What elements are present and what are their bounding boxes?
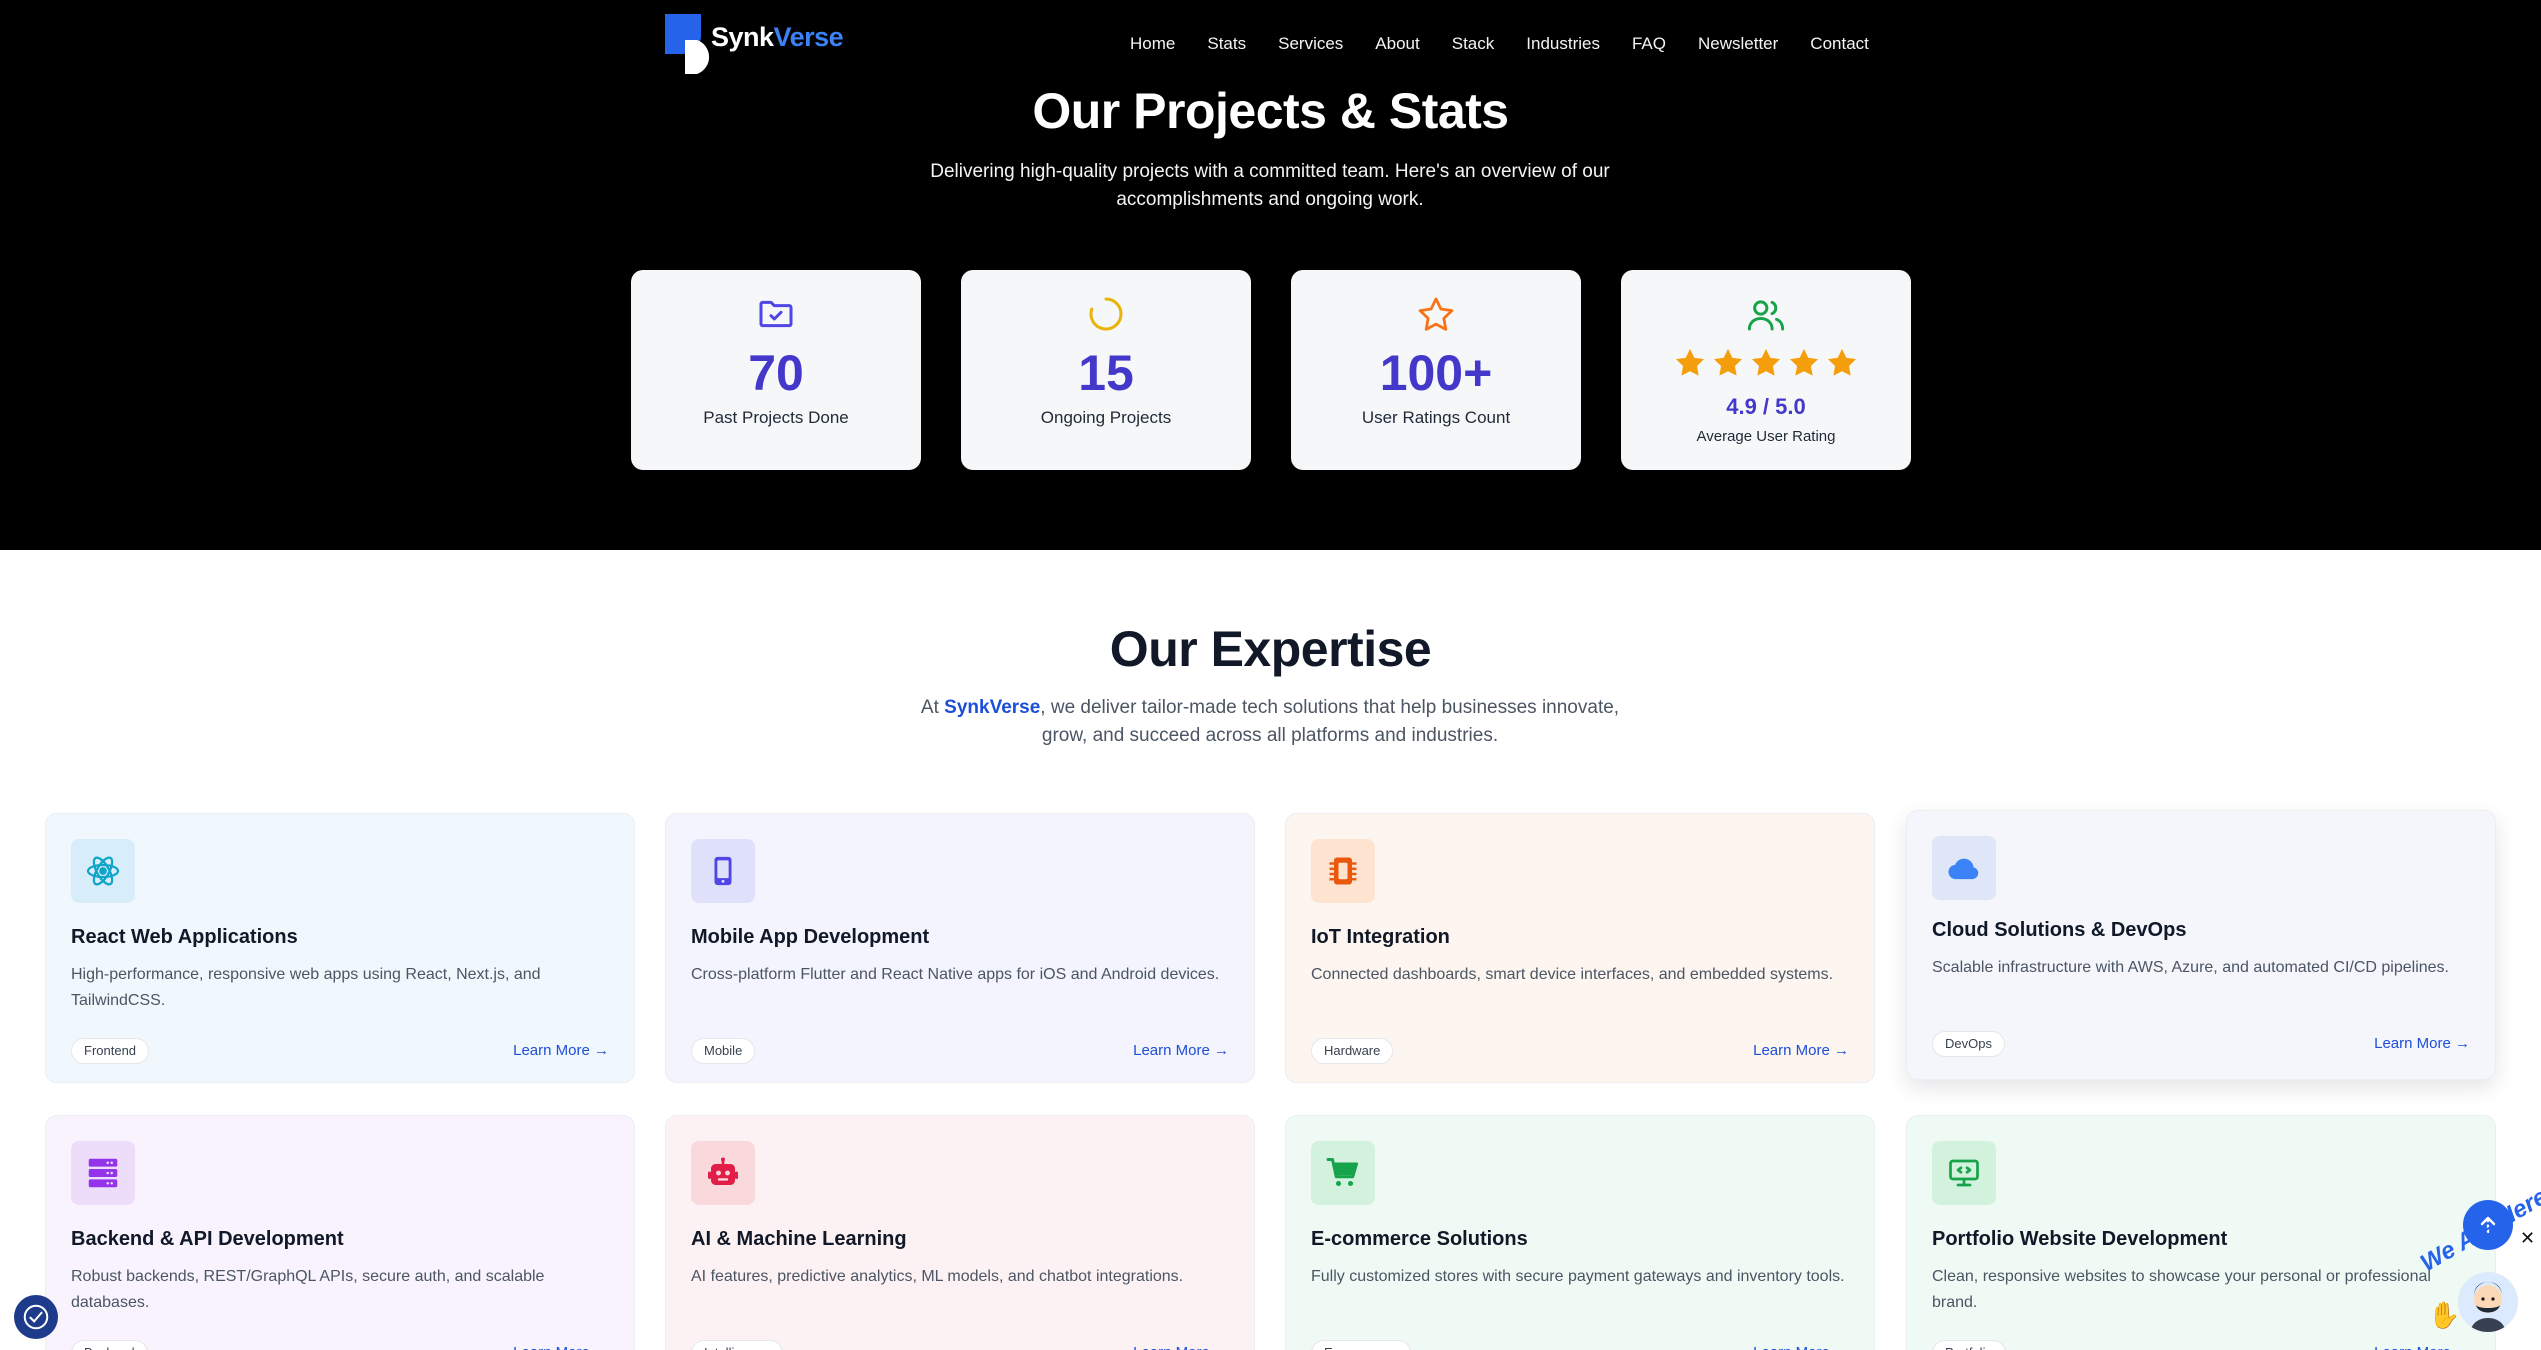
cloud-icon [1948, 858, 1979, 880]
card-description: Connected dashboards, smart device inter… [1311, 966, 1834, 983]
learn-more-link[interactable]: Learn More → [1753, 1344, 1849, 1350]
nav-stack[interactable]: Stack [1452, 32, 1495, 56]
waving-hand-icon: ✋ [2428, 1300, 2461, 1330]
service-card-iot[interactable]: IoT Integration Connected dashboards, sm… [1285, 813, 1875, 1083]
avatar-face-icon [2458, 1272, 2518, 1332]
card-title: Backend & API Development [71, 1228, 344, 1250]
card-tag: Hardware [1311, 1038, 1394, 1064]
rating-stars [1621, 346, 1911, 380]
chat-avatar[interactable] [2458, 1272, 2518, 1332]
star-filled-icon [1751, 348, 1781, 376]
learn-more-link[interactable]: Learn More → [2374, 1344, 2470, 1350]
star-filled-icon [1713, 348, 1743, 376]
rating-label: Average User Rating [1696, 428, 1836, 445]
learn-more-link[interactable]: Learn More → [2374, 1035, 2470, 1052]
service-card-backend[interactable]: Backend & API Development Robust backend… [45, 1115, 635, 1350]
synkverse-logo[interactable]: SynkVerse [663, 12, 844, 76]
card-tag: Mobile [691, 1038, 756, 1064]
rating-value: 4.9 / 5.0 [1726, 394, 1806, 419]
star-filled-icon [1827, 348, 1857, 376]
expertise-subtitle: At SynkVerse, we deliver tailor-made tec… [920, 697, 1620, 746]
service-card-react[interactable]: React Web Applications High-performance,… [45, 813, 635, 1083]
nav-stats[interactable]: Stats [1207, 32, 1246, 56]
chip-icon [1329, 857, 1357, 885]
card-title: IoT Integration [1311, 926, 1450, 948]
stat-label: Past Projects Done [703, 408, 849, 427]
service-card-cloud[interactable]: Cloud Solutions & DevOps Scalable infras… [1906, 810, 2496, 1080]
logo-text: SynkVerse [711, 22, 844, 52]
learn-more-link[interactable]: Learn More → [1133, 1042, 1229, 1059]
card-description: AI features, predictive analytics, ML mo… [691, 1268, 1184, 1285]
card-tag: Backend [71, 1340, 148, 1350]
card-title: React Web Applications [71, 926, 298, 948]
card-description: High-performance, responsive web apps us… [71, 966, 541, 1009]
loading-spinner-icon [1089, 297, 1123, 331]
nav-services[interactable]: Services [1278, 32, 1343, 56]
star-filled-icon [1675, 348, 1705, 376]
stats-row: 70 Past Projects Done 15 Ongoing Project… [631, 270, 1911, 470]
hero-subtitle: Delivering high-quality projects with a … [930, 161, 1610, 210]
service-card-ai[interactable]: AI & Machine Learning AI features, predi… [665, 1115, 1255, 1350]
stat-card-average-rating: 4.9 / 5.0 Average User Rating [1621, 270, 1911, 470]
card-title: AI & Machine Learning [691, 1228, 907, 1250]
learn-more-link[interactable]: Learn More → [1133, 1344, 1229, 1350]
card-tag: Frontend [71, 1038, 150, 1064]
stat-label: User Ratings Count [1361, 408, 1511, 427]
star-filled-icon [1789, 348, 1819, 376]
nav-about[interactable]: About [1375, 32, 1419, 56]
service-card-portfolio[interactable]: Portfolio Website Development Clean, res… [1906, 1115, 2496, 1350]
card-title: Mobile App Development [691, 926, 930, 948]
card-description: Cross-platform Flutter and React Native … [691, 966, 1220, 983]
main-nav: Home Stats Services About Stack Industri… [1130, 32, 1869, 56]
smartphone-icon [714, 856, 732, 886]
stat-label: Ongoing Projects [1040, 408, 1172, 427]
monitor-code-icon [1949, 1159, 1979, 1187]
service-card-ecommerce[interactable]: E-commerce Solutions Fully customized st… [1285, 1115, 1875, 1350]
nav-faq[interactable]: FAQ [1632, 32, 1666, 56]
card-tag: Intelligence [691, 1340, 783, 1350]
nav-industries[interactable]: Industries [1526, 32, 1600, 56]
shopping-cart-icon [1326, 1158, 1358, 1187]
card-title: Cloud Solutions & DevOps [1932, 919, 2187, 941]
card-description: Scalable infrastructure with AWS, Azure,… [1932, 959, 2449, 976]
stat-card-ongoing-projects: 15 Ongoing Projects [961, 270, 1251, 470]
react-atom-icon [86, 856, 120, 886]
card-description: Robust backends, REST/GraphQL APIs, secu… [71, 1268, 545, 1311]
stat-value: 70 [748, 345, 804, 401]
stat-value: 15 [1078, 345, 1134, 401]
nav-contact[interactable]: Contact [1810, 32, 1869, 56]
robot-icon [708, 1157, 738, 1185]
learn-more-link[interactable]: Learn More → [513, 1042, 609, 1059]
hero-section: SynkVerse Home Stats Services About Stac… [0, 0, 2541, 550]
learn-more-link[interactable]: Learn More → [1753, 1042, 1849, 1059]
card-title: Portfolio Website Development [1932, 1228, 2228, 1250]
accessibility-icon [23, 1304, 49, 1330]
card-title: E-commerce Solutions [1311, 1228, 1528, 1250]
stat-value: 100+ [1379, 345, 1493, 401]
card-description: Fully customized stores with secure paym… [1311, 1268, 1845, 1285]
star-outline-icon [1418, 297, 1454, 331]
nav-newsletter[interactable]: Newsletter [1698, 32, 1778, 56]
service-card-mobile[interactable]: Mobile App Development Cross-platform Fl… [665, 813, 1255, 1083]
hero-title: Our Projects & Stats [1032, 83, 1509, 139]
accessibility-button[interactable] [14, 1295, 58, 1339]
card-description: Clean, responsive websites to showcase y… [1932, 1268, 2431, 1311]
users-icon [1747, 300, 1785, 331]
card-tag: DevOps [1932, 1031, 2005, 1057]
server-icon [88, 1158, 118, 1188]
card-tag: E-commerce [1311, 1340, 1411, 1350]
stat-card-past-projects: 70 Past Projects Done [631, 270, 921, 470]
card-tag: Portfolio [1932, 1340, 2006, 1350]
nav-home[interactable]: Home [1130, 32, 1175, 56]
folder-check-icon [759, 300, 793, 328]
close-widget-button[interactable]: ✕ [2520, 1228, 2535, 1249]
learn-more-link[interactable]: Learn More → [513, 1344, 609, 1350]
brand-link[interactable]: SynkVerse [944, 697, 1040, 718]
stat-card-user-ratings: 100+ User Ratings Count [1291, 270, 1581, 470]
expertise-title: Our Expertise [1109, 621, 1432, 677]
